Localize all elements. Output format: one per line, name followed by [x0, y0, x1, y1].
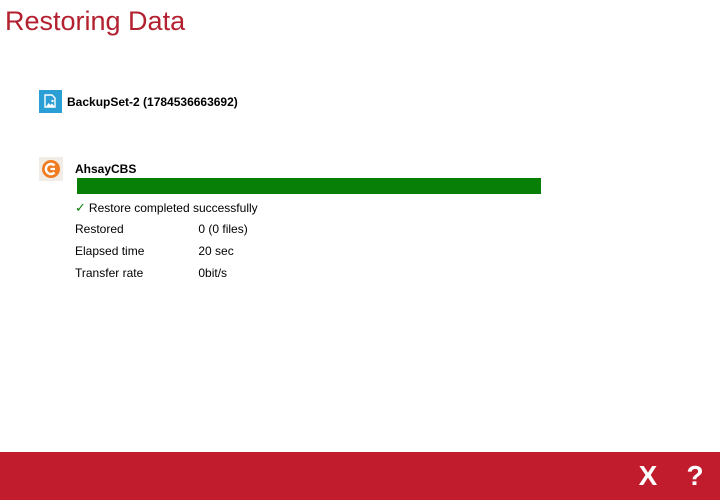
- ahsay-cbs-icon: [39, 157, 63, 181]
- backup-set-icon: [39, 90, 62, 113]
- stat-label: Elapsed time: [75, 244, 145, 258]
- restore-progress-fill: [77, 178, 541, 194]
- status-line: ✓ Restore completed successfully: [75, 200, 258, 216]
- status-text: Restore completed successfully: [88, 201, 258, 215]
- stat-value: 20 sec: [198, 244, 234, 258]
- page-title: Restoring Data: [5, 6, 186, 36]
- backup-set-row: BackupSet-2 (1784536663692): [39, 90, 238, 113]
- stat-row-restored: Restored 0 (0 files): [75, 222, 248, 236]
- stat-value: 0 (0 files): [198, 222, 248, 236]
- restore-window: Restoring Data BackupSet-2 (178453666369…: [0, 0, 720, 500]
- stat-value: 0bit/s: [198, 266, 228, 280]
- check-icon: ✓: [75, 200, 86, 215]
- stat-row-elapsed-time: Elapsed time 20 sec: [75, 244, 234, 258]
- destination-name: AhsayCBS: [75, 162, 137, 176]
- restore-progress-bar: [77, 178, 541, 194]
- backup-set-name: BackupSet-2 (1784536663692): [67, 94, 238, 109]
- stat-row-transfer-rate: Transfer rate 0bit/s: [75, 266, 227, 280]
- stat-label: Transfer rate: [75, 266, 144, 280]
- footer-bar: X ?: [0, 452, 720, 500]
- stat-label: Restored: [75, 222, 124, 236]
- close-button[interactable]: X: [631, 458, 665, 494]
- help-button[interactable]: ?: [678, 458, 712, 494]
